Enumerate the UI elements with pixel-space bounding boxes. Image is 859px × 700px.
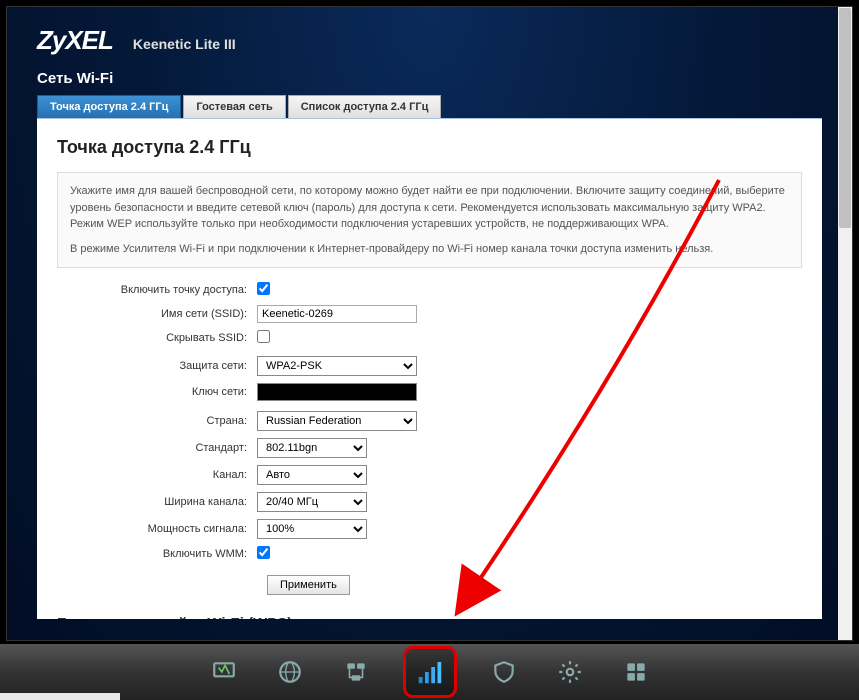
section-title: Точка доступа 2.4 ГГц [57,137,802,158]
label-hide-ssid: Скрывать SSID: [57,332,257,344]
label-standard: Стандарт: [57,442,257,454]
tabs-bar: Точка доступа 2.4 ГГц Гостевая сеть Спис… [37,95,822,119]
network-icon[interactable] [337,653,375,691]
taskbar-start-fragment [0,693,120,700]
info-text-1: Укажите имя для вашей беспроводной сети,… [70,183,789,233]
gear-icon[interactable] [551,653,589,691]
apps-icon[interactable] [617,653,655,691]
label-country: Страна: [57,415,257,427]
device-model: Keenetic Lite III [133,36,236,52]
content-panel: Точка доступа 2.4 ГГц Укажите имя для ва… [37,119,822,619]
wifi-signal-icon[interactable] [403,646,457,698]
page-title: Сеть Wi-Fi [37,70,822,87]
select-country[interactable]: Russian Federation [257,411,417,431]
info-text-2: В режиме Усилителя Wi-Fi и при подключен… [70,241,789,258]
apply-button[interactable]: Применить [267,575,350,595]
label-power: Мощность сигнала: [57,523,257,535]
select-security[interactable]: WPA2-PSK [257,356,417,376]
wps-title: Быстрая настройка Wi-Fi (WPS) [57,615,802,619]
bottom-taskbar [0,644,859,700]
info-box: Укажите имя для вашей беспроводной сети,… [57,172,802,268]
shield-icon[interactable] [485,653,523,691]
globe-icon[interactable] [271,653,309,691]
select-channel-width[interactable]: 20/40 МГц [257,492,367,512]
select-standard[interactable]: 802.11bgn [257,438,367,458]
brand-logo: ZyXEL [37,25,113,56]
select-signal-power[interactable]: 100% [257,519,367,539]
wifi-settings-form: Включить точку доступа: Имя сети (SSID):… [57,282,802,595]
label-wmm: Включить WMM: [57,548,257,560]
checkbox-hide-ssid[interactable] [257,330,270,343]
input-network-key[interactable] [257,383,417,401]
label-channel: Канал: [57,469,257,481]
checkbox-enable-ap[interactable] [257,282,270,295]
tab-guest-network[interactable]: Гостевая сеть [183,95,285,118]
checkbox-wmm[interactable] [257,546,270,559]
label-key: Ключ сети: [57,386,257,398]
label-security: Защита сети: [57,360,257,372]
scrollbar[interactable] [838,7,852,640]
monitor-icon[interactable] [205,653,243,691]
input-ssid[interactable] [257,305,417,323]
select-channel[interactable]: Авто [257,465,367,485]
label-enable-ap: Включить точку доступа: [57,284,257,296]
logo-header: ZyXEL Keenetic Lite III [37,25,822,56]
tab-access-list[interactable]: Список доступа 2.4 ГГц [288,95,442,118]
router-admin-page: ZyXEL Keenetic Lite III Сеть Wi-Fi Точка… [6,6,853,641]
tab-access-point[interactable]: Точка доступа 2.4 ГГц [37,95,181,118]
label-ssid: Имя сети (SSID): [57,308,257,320]
label-width: Ширина канала: [57,496,257,508]
